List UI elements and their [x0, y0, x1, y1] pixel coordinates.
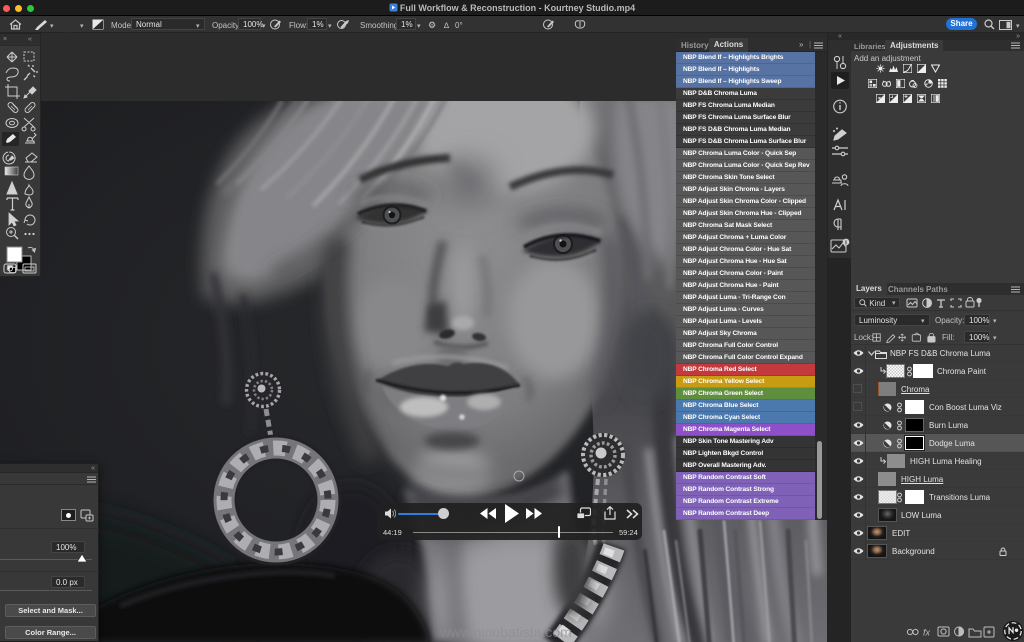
svg-text:fx: fx [923, 628, 931, 638]
svg-text:www.ninobatista.com: www.ninobatista.com [439, 624, 572, 640]
